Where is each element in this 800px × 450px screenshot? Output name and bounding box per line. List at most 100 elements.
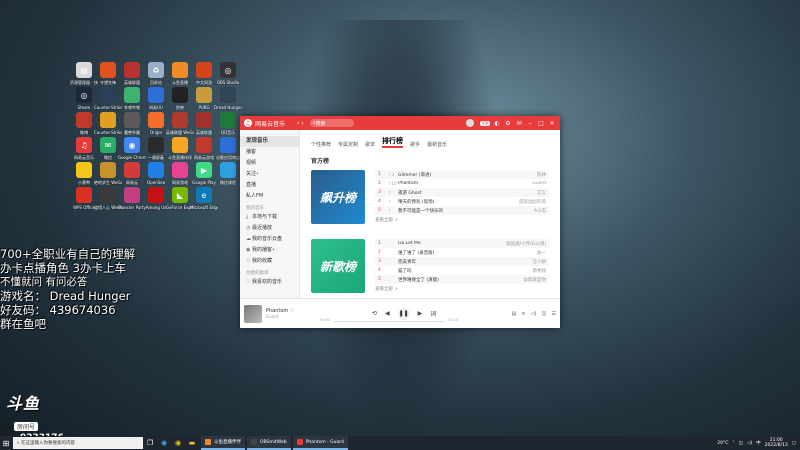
friends-icon[interactable]: ☺ bbox=[541, 311, 546, 317]
tray-up-icon[interactable]: ˄ bbox=[732, 441, 734, 446]
track-row[interactable]: 1 Go Let Me 张韶涵/小乔/Eric周兴哲 bbox=[375, 239, 549, 248]
minimize-icon[interactable]: – bbox=[526, 120, 534, 127]
desktop-icon[interactable]: 魔兽争霸 bbox=[120, 112, 144, 135]
see-all-link[interactable]: 查看全部 > bbox=[375, 286, 549, 292]
nav-arrows[interactable]: ‹ › bbox=[297, 120, 304, 127]
volume-icon[interactable]: ◁) bbox=[747, 441, 752, 446]
tab[interactable]: 个性推荐 bbox=[311, 141, 331, 148]
desktop-icon[interactable]: 网易游戏 bbox=[168, 162, 192, 185]
notification-icon[interactable]: ▢ bbox=[792, 441, 796, 446]
sidebar-item[interactable]: ☁我的音乐云盘 bbox=[240, 234, 299, 245]
desktop-icon[interactable]: 斗鱼直播伴伴 bbox=[168, 137, 192, 160]
clock[interactable]: 21:00 2022/8/13 bbox=[765, 438, 788, 448]
pause-button[interactable]: ❚❚ bbox=[397, 307, 410, 320]
skin-icon[interactable]: ◐ bbox=[493, 120, 501, 127]
track-row[interactable]: 5 ↑ 我不可能是一个快乐的 A小志 bbox=[375, 206, 549, 215]
desktop-icon[interactable]: Counter-Strike Global Off... bbox=[94, 112, 122, 135]
desktop-icon[interactable]: OpenSea bbox=[144, 162, 168, 185]
desktop-icon[interactable]: 道馆人心 WeGame版 bbox=[94, 187, 122, 210]
desktop-icon[interactable]: ♻ 回收站 bbox=[144, 62, 168, 85]
desktop-icon[interactable]: ◣GeForce Experience bbox=[166, 187, 194, 210]
track-row[interactable]: 4 ↑ 晴天的预兆 (现场) 前奔边起的风 bbox=[375, 197, 549, 206]
avatar[interactable] bbox=[465, 119, 474, 127]
track-row[interactable]: 3 完美青年 汪小妍 bbox=[375, 257, 549, 266]
settings-icon[interactable]: ⚙ bbox=[504, 120, 512, 127]
desktop-icon[interactable]: e Microsoft Edge bbox=[190, 187, 218, 210]
mail-icon[interactable]: ✉ bbox=[515, 120, 523, 127]
track-row[interactable]: 3 ↑ 夜游 Ghost 艾言 bbox=[375, 188, 549, 197]
desktop-icon[interactable]: ♫ 网易云音乐 bbox=[72, 137, 96, 160]
network-icon[interactable]: ◫ bbox=[739, 441, 743, 446]
desktop-icon[interactable]: 网易云 bbox=[120, 162, 144, 185]
desktop-icon[interactable]: Counter-Strike bbox=[94, 87, 122, 110]
tab[interactable]: 歌单 bbox=[365, 141, 375, 148]
progress-bar[interactable] bbox=[334, 321, 444, 322]
ime-indicator[interactable]: 中 bbox=[756, 440, 761, 446]
tab[interactable]: 最新音乐 bbox=[427, 141, 447, 148]
track-row[interactable]: 5 世界难保全了 (清版) 幼影就是你 bbox=[375, 275, 549, 284]
heart-icon[interactable]: ♡ bbox=[290, 308, 294, 314]
previous-icon[interactable]: ◀ bbox=[385, 310, 390, 317]
desktop-icon[interactable]: 守望先锋 bbox=[96, 62, 120, 85]
desktop-icon[interactable]: 小黄鸭 bbox=[72, 162, 96, 185]
temperature[interactable]: 20°C bbox=[717, 441, 728, 446]
desktop-icon[interactable]: ▶ Google Play bbox=[192, 162, 216, 185]
desktop-icon[interactable]: QQ音乐 bbox=[216, 112, 240, 135]
desktop-icon[interactable]: WPS Office bbox=[72, 187, 96, 210]
sidebar-item[interactable]: ♡ 我喜欢的音乐 bbox=[240, 277, 299, 288]
sidebar-item[interactable]: 播客 bbox=[240, 147, 299, 158]
volume-icon[interactable]: ◁) bbox=[531, 311, 537, 317]
tab[interactable]: 专属定制 bbox=[338, 141, 358, 148]
desktop-icon[interactable]: 英雄联盟 bbox=[120, 62, 144, 85]
task-view-icon[interactable]: ❐ bbox=[143, 436, 157, 450]
board-cover[interactable]: 飙升榜 bbox=[311, 170, 365, 224]
desktop-icon[interactable]: PUBG bbox=[192, 87, 216, 110]
sidebar-item[interactable]: 直播 bbox=[240, 180, 299, 191]
search-input[interactable]: ⌕ 搜索 bbox=[309, 119, 354, 127]
desktop-icon[interactable]: ▤资源管理器 - 快捷方式 bbox=[70, 62, 98, 85]
maximize-icon[interactable]: □ bbox=[537, 120, 545, 127]
board-cover[interactable]: 新歌榜 bbox=[311, 239, 365, 293]
desktop-icon[interactable]: 英雄联盟 WeGame bbox=[166, 112, 194, 135]
desktop-icon[interactable]: 网易云游戏 bbox=[192, 137, 216, 160]
desktop-icon[interactable]: ◎ OBS Studio bbox=[216, 62, 240, 85]
desktop-icon[interactable]: ✉ 微信 bbox=[96, 137, 120, 160]
track-row[interactable]: 2 谁了谁了 (录音版) 幼一 bbox=[375, 248, 549, 257]
album-cover[interactable] bbox=[244, 304, 262, 323]
desktop-icon[interactable]: 绝地求生 WeGame bbox=[94, 162, 122, 185]
next-icon[interactable]: ▶ bbox=[418, 310, 423, 317]
desktop-icon[interactable]: 哔哩哔哩 bbox=[120, 87, 144, 110]
sidebar-item[interactable]: 发现音乐 bbox=[240, 136, 299, 147]
quality-icon[interactable]: ▤ bbox=[512, 311, 517, 317]
file-explorer-icon[interactable]: ▬ bbox=[185, 436, 199, 450]
desktop-icon[interactable]: Origin bbox=[144, 112, 168, 135]
desktop-icon[interactable]: Dread Hunger bbox=[214, 87, 242, 110]
playlist-icon[interactable]: ☰ bbox=[552, 311, 556, 317]
sidebar-item[interactable]: 私人FM bbox=[240, 191, 299, 202]
desktop-icon[interactable]: 英雄联盟 bbox=[192, 112, 216, 135]
edge-icon[interactable]: ◉ bbox=[157, 436, 171, 450]
desktop-icon[interactable]: ◉ Google Chrome bbox=[118, 137, 146, 160]
loop-icon[interactable]: ⟲ bbox=[372, 310, 377, 317]
taskbar-app[interactable]: OBSmitWeb bbox=[247, 436, 291, 450]
desktop-icon[interactable]: 剪映 bbox=[168, 87, 192, 110]
desktop-icon[interactable]: 微博 bbox=[72, 112, 96, 135]
lyrics-icon[interactable]: 词 bbox=[430, 309, 436, 318]
song-artist[interactable]: Guard bbox=[266, 314, 326, 319]
desktop-icon[interactable]: 谷歌应用商店 bbox=[216, 137, 240, 160]
sidebar-item[interactable]: ⤓ 本地与下载 bbox=[240, 212, 299, 223]
taskbar-app[interactable]: Phantom - Guard bbox=[292, 436, 348, 450]
desktop-icon[interactable]: 斗鱼直播 bbox=[168, 62, 192, 85]
close-icon[interactable]: ✕ bbox=[548, 120, 556, 127]
taskbar-search-input[interactable]: ⌕ 在这里输入你要搜索的内容 bbox=[13, 437, 143, 449]
desktop-icon[interactable]: Among Us bbox=[144, 187, 168, 210]
sidebar-item[interactable]: ◉ 我的播客• bbox=[240, 245, 299, 256]
desktop-icon[interactable]: Monster Party bbox=[118, 187, 146, 210]
sidebar-item[interactable]: ◷ 最近播放 bbox=[240, 223, 299, 234]
windows-start-icon[interactable]: ⊞ bbox=[0, 436, 12, 450]
desktop-icon[interactable]: 微信课程 bbox=[216, 162, 240, 185]
sound-effect-icon[interactable]: ≋ bbox=[521, 311, 525, 317]
see-all-link[interactable]: 查看全部 > bbox=[375, 217, 549, 223]
desktop-icon[interactable]: 中文网游 bbox=[192, 62, 216, 85]
track-row[interactable]: 2 ↑10 Phantom Guard bbox=[375, 179, 549, 188]
